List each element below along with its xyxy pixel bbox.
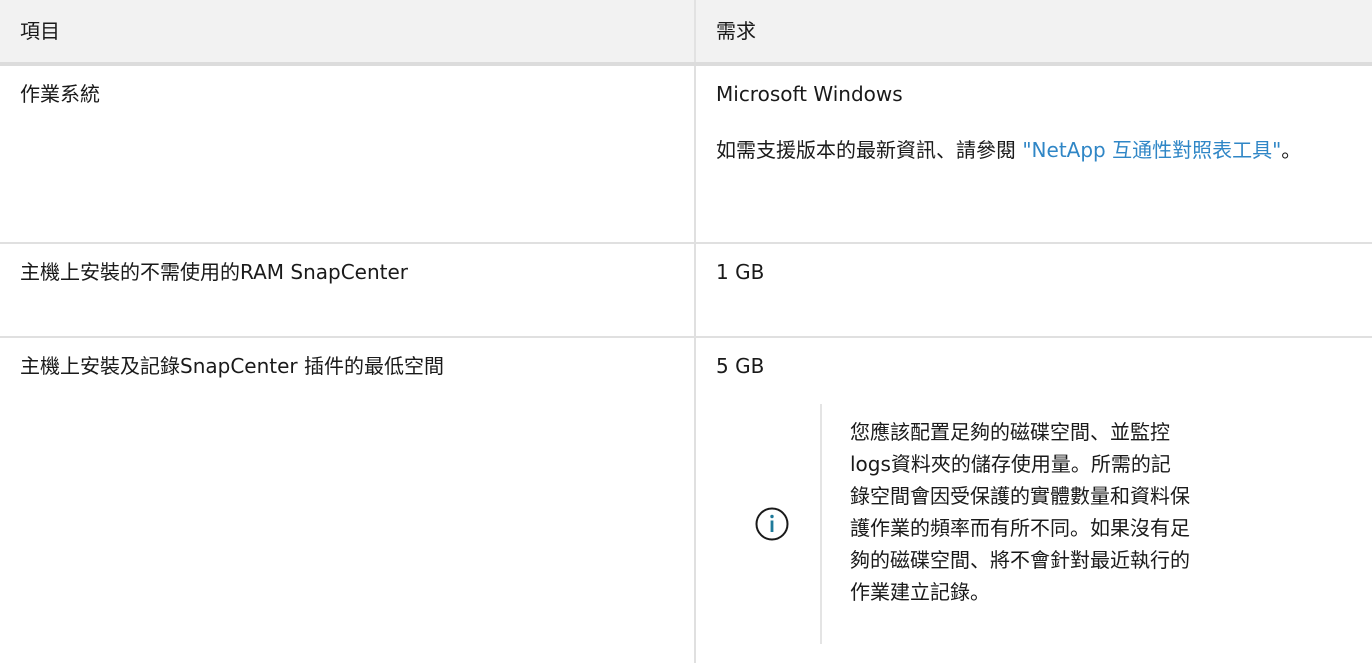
item-ram: 主機上安裝的不需使用的RAM SnapCenter	[20, 260, 409, 284]
info-circle-icon	[754, 506, 790, 542]
table-row: 作業系統 Microsoft Windows 如需支援版本的最新資訊、請參閱 "…	[0, 64, 1372, 244]
item-space: 主機上安裝及記錄SnapCenter 插件的最低空間	[20, 354, 444, 378]
requirement-os: Microsoft Windows	[716, 82, 903, 106]
note-admonition: 您應該配置足夠的磁碟空間、並監控logs資料夾的儲存使用量。所需的記錄空間會因受…	[716, 404, 1352, 644]
item-os: 作業系統	[20, 82, 100, 106]
requirement-cell: Microsoft Windows 如需支援版本的最新資訊、請參閱 "NetAp…	[695, 64, 1372, 244]
admonition-divider	[820, 404, 822, 644]
item-cell: 作業系統	[0, 64, 696, 244]
requirement-space: 5 GB	[716, 354, 765, 378]
table-header: 項目 需求	[0, 0, 1372, 66]
os-note-suffix: 。	[1281, 138, 1302, 162]
item-cell: 主機上安裝的不需使用的RAM SnapCenter	[0, 243, 696, 338]
requirement-cell: 5 GB 您應該配置足夠的磁碟空間、並監控logs資料夾的儲存使用量。所需的記錄…	[695, 337, 1372, 663]
os-note: 如需支援版本的最新資訊、請參閱 "NetApp 互通性對照表工具"。	[716, 134, 1352, 166]
os-note-prefix: 如需支援版本的最新資訊、請參閱	[716, 138, 1023, 162]
requirement-ram: 1 GB	[716, 260, 765, 284]
item-cell: 主機上安裝及記錄SnapCenter 插件的最低空間	[0, 337, 696, 663]
header-item: 項目	[0, 0, 696, 66]
admonition-text: 您應該配置足夠的磁碟空間、並監控logs資料夾的儲存使用量。所需的記錄空間會因受…	[850, 420, 1190, 604]
requirement-cell: 1 GB	[695, 243, 1372, 338]
table-row: 主機上安裝的不需使用的RAM SnapCenter 1 GB	[0, 243, 1372, 338]
header-requirement: 需求	[695, 0, 1372, 66]
requirements-table: 項目 需求 作業系統 Microsoft Windows 如需支援版本的最新資訊…	[0, 0, 1372, 663]
header-row: 項目 需求	[0, 0, 1372, 66]
interop-matrix-link[interactable]: "NetApp 互通性對照表工具"	[1022, 138, 1281, 162]
table-row: 主機上安裝及記錄SnapCenter 插件的最低空間 5 GB 您應該配置足夠的…	[0, 337, 1372, 663]
